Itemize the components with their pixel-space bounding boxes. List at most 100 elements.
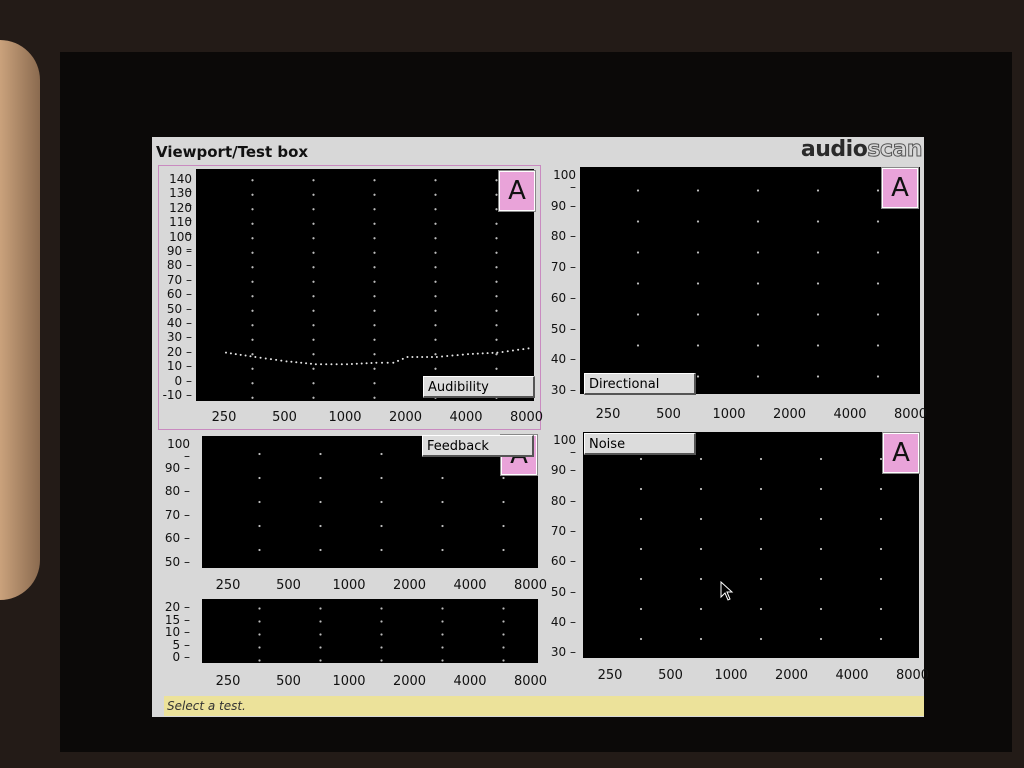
noise-reduction-button[interactable]: Noise reduction	[584, 433, 696, 474]
audibility-curve-dot	[381, 361, 384, 364]
audibility-y-tick: 90 –	[166, 244, 192, 258]
audibility-x-tick: 1000	[328, 410, 362, 425]
feedback-x-tick: 4000	[453, 578, 487, 593]
audibility-curve-dot	[386, 361, 389, 364]
audibility-y-tick: 10 –	[166, 359, 192, 374]
noise_reduction-x-tick: 2000	[774, 668, 809, 683]
audibility-curve-dot	[325, 363, 328, 366]
feedback-button[interactable]: Feedback	[422, 435, 534, 457]
title-bar: Viewport/Test box audioscan	[152, 137, 924, 165]
audibility-y-tick: 30 –	[166, 330, 192, 345]
directional-y-tick: 60 –	[550, 290, 576, 305]
audibility-curve-dot	[350, 362, 353, 365]
audibility-channel-badge[interactable]: A	[499, 171, 535, 211]
audibility-curve-dot	[375, 361, 378, 364]
feedback_lower-x-tick: 1000	[332, 674, 366, 689]
feedback_lower-x-tick: 2000	[392, 674, 427, 689]
audibility-plot[interactable]	[196, 169, 534, 401]
audibility-curve-dot	[476, 352, 479, 355]
noise_reduction-y-tick: 60 –	[550, 554, 576, 569]
audibility-curve-dot	[467, 353, 469, 356]
audibility-curve-dot	[330, 363, 333, 366]
noise_reduction-y-tick: 50 –	[550, 584, 576, 599]
feedback_lower-x-tick: 8000	[513, 674, 548, 689]
feedback-y-tick: 50 –	[164, 555, 190, 569]
feedback-y-tick: 100 –	[167, 437, 190, 463]
feedback-lower-plot[interactable]	[202, 599, 538, 663]
audibility-curve-dot	[244, 354, 247, 357]
feedback-x-tick: 250	[215, 578, 241, 593]
audibility-x-tick: 8000	[509, 410, 544, 425]
directional-x-tick: 2000	[772, 407, 807, 422]
audibility-curve-dot	[300, 361, 303, 364]
feedback_lower-y-tick: 15 –	[164, 612, 190, 627]
audibility-curve-dot	[446, 355, 449, 358]
feedback_lower-y-tick: 20 –	[164, 600, 190, 614]
audibility-curve-dot	[392, 361, 395, 364]
audibility-curve-dot	[360, 362, 363, 365]
window-title: Viewport/Test box	[156, 143, 309, 161]
audibility-y-tick: 50 –	[166, 301, 192, 316]
audibility-curve-dot	[486, 352, 489, 355]
feedback-y-tick: 70 –	[164, 507, 190, 522]
audibility-curve-dot	[280, 359, 283, 362]
feedback-x-tick: 2000	[392, 578, 427, 593]
noise_reduction-y-tick: 90 –	[550, 463, 576, 478]
screen: Viewport/Test box audioscan 140 –130 –12…	[152, 137, 929, 717]
noise_reduction-x-tick: 500	[658, 668, 683, 683]
audibility-curve-dot	[340, 363, 343, 366]
directional-y-tick: 50 –	[550, 321, 576, 336]
directional-y-tick: 80 –	[550, 229, 576, 244]
audibility-curve-dot	[397, 359, 400, 362]
audibility-curve-dot	[416, 356, 419, 358]
audibility-curve-dot	[314, 363, 317, 366]
audibility-button[interactable]: Audibility	[423, 376, 535, 398]
audibility-curve-dot	[285, 360, 288, 363]
audibility-curve-dot	[229, 352, 232, 355]
directional-x-tick: 500	[656, 407, 681, 422]
directional-plot[interactable]	[580, 167, 920, 394]
audibility-curve-dot	[451, 354, 454, 357]
noise-reduction-channel-badge[interactable]: A	[883, 433, 919, 473]
audibility-curve-dot	[249, 355, 252, 358]
feedback_lower-x-tick: 250	[215, 674, 241, 689]
audibility-y-tick: 0 –	[174, 373, 192, 388]
audibility-curve-dot	[295, 361, 298, 364]
audibility-curve-dot	[496, 351, 499, 354]
feedback_lower-y-tick: 5 –	[172, 637, 190, 652]
audibility-curve-dot	[305, 362, 308, 365]
noise_reduction-y-tick: 80 –	[550, 493, 576, 508]
audibility-curve-dot	[269, 358, 272, 361]
audibility-y-tick: 70 –	[166, 272, 192, 287]
audibility-curve-dot	[481, 352, 484, 355]
noise_reduction-y-tick: 70 –	[550, 523, 576, 538]
feedback-x-tick: 500	[276, 578, 301, 593]
directional-x-tick: 8000	[893, 407, 928, 422]
audibility-curve-dot	[511, 349, 514, 352]
audibility-y-tick: 20 –	[166, 344, 192, 359]
noise_reduction-x-tick: 8000	[895, 668, 930, 683]
audibility-y-tick: 40 –	[166, 316, 192, 330]
feedback_lower-x-tick: 4000	[453, 674, 487, 689]
audibility-x-tick: 500	[272, 410, 297, 425]
audibility-curve-dot	[522, 348, 525, 351]
directional-y-tick: 90 –	[550, 198, 576, 213]
brand-part-b: scan	[867, 137, 923, 163]
audibility-x-tick: 4000	[449, 410, 483, 425]
monitor-bezel	[0, 40, 40, 600]
noise_reduction-y-tick: 30 –	[550, 645, 576, 660]
feedback-y-tick: 60 –	[164, 531, 190, 546]
noise_reduction-x-tick: 1000	[714, 668, 748, 683]
feedback_lower-x-tick: 500	[276, 674, 301, 689]
audibility-curve-dot	[320, 363, 323, 366]
noise_reduction-x-tick: 4000	[835, 668, 869, 683]
directional-button[interactable]: Directional	[584, 373, 696, 395]
audibility-curve-dot	[239, 353, 242, 356]
audibility-curve-dot	[430, 356, 433, 358]
audibility-curve-dot	[456, 354, 459, 357]
audibility-curve-chart	[225, 347, 530, 366]
directional-x-tick: 250	[595, 407, 621, 422]
feedback_lower-y-tick: 10 –	[164, 625, 190, 639]
audibility-curve-dot	[335, 363, 338, 366]
directional-channel-badge[interactable]: A	[882, 168, 918, 208]
